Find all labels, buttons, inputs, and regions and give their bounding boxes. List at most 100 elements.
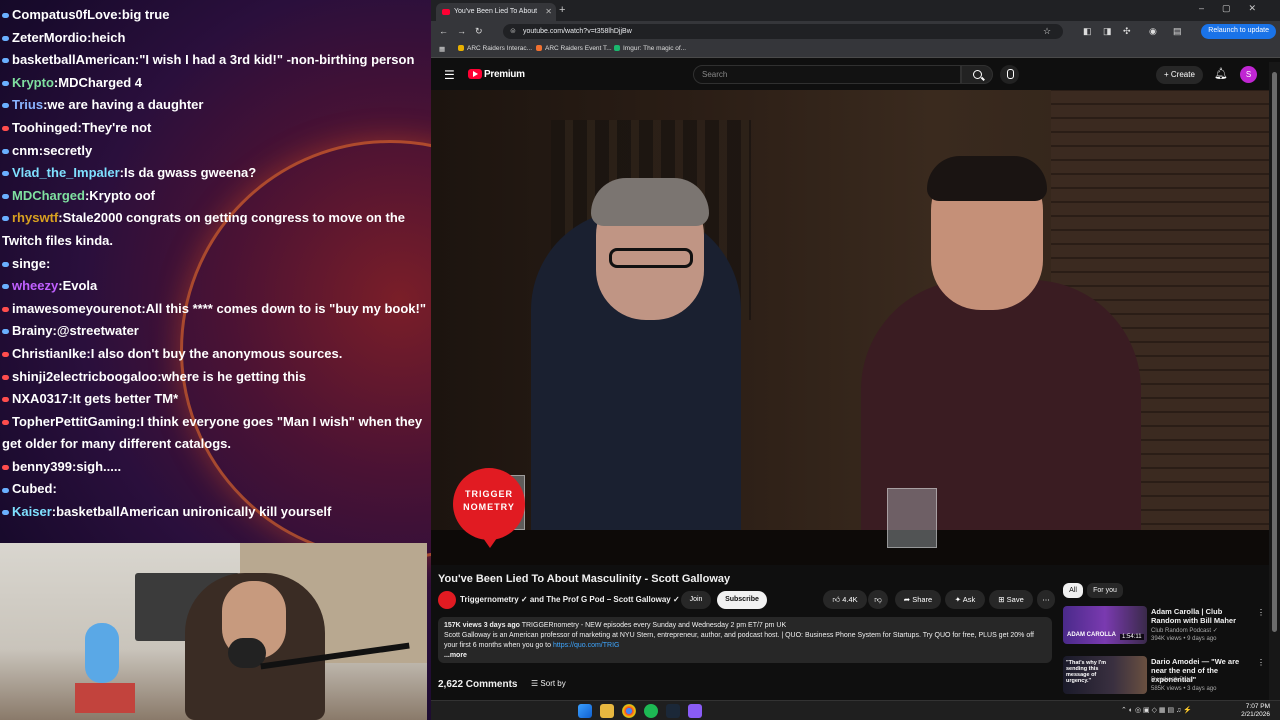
chat-message: Trius:we are having a daughter xyxy=(0,94,428,117)
new-tab-icon[interactable]: + xyxy=(559,4,565,16)
scrollbar-thumb[interactable] xyxy=(1272,72,1277,632)
notifications-bell-icon[interactable]: 🔔︎ xyxy=(1214,67,1228,80)
sponsor-link[interactable]: https://quo.com/TRIG xyxy=(553,642,620,649)
page-scrollbar[interactable] xyxy=(1269,62,1280,700)
chat-username: NXA0317 xyxy=(12,391,69,407)
chrome-icon[interactable] xyxy=(622,704,636,718)
chat-message: NXA0317:It gets better TM* xyxy=(0,388,428,411)
platform-badge-icon xyxy=(2,13,9,19)
back-icon[interactable]: ← xyxy=(439,26,448,36)
platform-badge-icon xyxy=(2,374,9,380)
chat-message: ChristianIke:I also don't buy the anonym… xyxy=(0,343,428,366)
reload-icon[interactable]: ↻ xyxy=(475,26,483,37)
windows-start-icon[interactable] xyxy=(578,704,592,718)
more-options-icon[interactable]: ⋮ xyxy=(1257,608,1265,617)
tab-youtube[interactable]: You've Been Lied To About ✕ xyxy=(436,3,556,21)
recommendation-thumbnail[interactable]: "That's why I'm sending this message of … xyxy=(1063,656,1147,694)
sidebar-icon[interactable]: ▤ xyxy=(1173,26,1182,37)
chip-all[interactable]: All xyxy=(1063,583,1083,598)
tab-close-icon[interactable]: ✕ xyxy=(545,7,552,16)
chat-username: ChristianIke xyxy=(12,345,87,361)
recommendation-views: 394K views • 9 days ago xyxy=(1151,636,1217,642)
save-button[interactable]: ⊞ Save xyxy=(989,590,1033,609)
like-button[interactable]: 👍︎ 4.4K xyxy=(823,590,867,609)
dislike-button[interactable]: 👎︎ xyxy=(868,590,888,609)
platform-badge-icon xyxy=(2,487,9,493)
screen: Compatus0fLove:big true ZeterMordio:heich… xyxy=(0,0,1280,720)
sort-comments-button[interactable]: ☰ Sort by xyxy=(531,679,566,688)
chat-username: imawesomeyourenot xyxy=(12,300,142,316)
thumbs-up-icon: 👍︎ xyxy=(832,595,841,604)
chat-message: MDCharged:Krypto oof xyxy=(0,185,428,208)
chat-username: Trius xyxy=(12,97,44,113)
chat-text: It gets better TM* xyxy=(72,391,179,407)
description-line1: TRIGGERnometry - NEW episodes every Sund… xyxy=(521,622,787,629)
relaunch-button[interactable]: Relaunch to update xyxy=(1201,24,1276,39)
chat-text: I also don't buy the anonymous sources. xyxy=(90,345,343,361)
forward-icon[interactable]: → xyxy=(457,26,466,36)
bookmark-item[interactable]: ARC Raiders Event T... xyxy=(536,45,612,52)
extensions-puzzle-icon[interactable]: ✣ xyxy=(1123,26,1131,37)
chip-for-you[interactable]: For you xyxy=(1087,583,1123,598)
system-clock[interactable]: 7:07 PM 2/21/2026 xyxy=(1241,703,1270,719)
chat-message: benny399:sigh..... xyxy=(0,456,428,479)
recommendation-item[interactable]: ADAM CAROLLA 1:54:11 Adam Carolla | Club… xyxy=(1063,606,1265,644)
channel-name[interactable]: Triggernometry ✓ and The Prof G Pod – Sc… xyxy=(460,595,680,604)
water-glass xyxy=(887,488,937,548)
extension-icon[interactable]: ◧ xyxy=(1083,26,1092,37)
subscribe-button[interactable]: Subscribe xyxy=(717,591,767,609)
more-options-icon[interactable]: ⋮ xyxy=(1257,658,1265,667)
voice-search-icon[interactable] xyxy=(1000,65,1019,84)
join-button[interactable]: Join xyxy=(681,591,711,609)
site-info-icon[interactable]: ⊜ xyxy=(510,27,516,35)
ask-button[interactable]: ✦ Ask xyxy=(945,590,985,609)
chat-text: basketballAmerican unironically kill you… xyxy=(56,504,332,520)
youtube-premium-logo[interactable]: Premium xyxy=(484,69,525,80)
extension-icon[interactable]: ◨ xyxy=(1103,26,1112,37)
account-avatar[interactable]: S xyxy=(1240,66,1257,83)
spotify-icon[interactable] xyxy=(644,704,658,718)
recommendation-item[interactable]: "That's why I'm sending this message of … xyxy=(1063,656,1265,694)
create-button[interactable]: + Create xyxy=(1156,66,1203,84)
menu-icon[interactable]: ☰ xyxy=(444,68,455,82)
app-icon[interactable] xyxy=(688,704,702,718)
channel-avatar[interactable] xyxy=(438,591,456,609)
guest-left-hair xyxy=(591,178,709,226)
platform-badge-icon xyxy=(2,419,9,425)
more-actions-button[interactable]: ⋯ xyxy=(1037,590,1055,609)
profile-icon[interactable]: ◉ xyxy=(1149,26,1157,37)
platform-badge-icon xyxy=(2,510,9,516)
recommendation-channel[interactable]: Club Random Podcast ✓ xyxy=(1151,627,1218,634)
tab-bar: You've Been Lied To About ✕ + –▢✕ xyxy=(431,0,1280,21)
chat-message: Toohinged:They're not xyxy=(0,117,428,140)
file-explorer-icon[interactable] xyxy=(600,704,614,718)
bookmark-item[interactable]: ARC Raiders Interac... xyxy=(458,45,532,52)
recommendation-channel[interactable]: Dwarkesh Patel xyxy=(1151,677,1193,683)
recommendation-title[interactable]: Adam Carolla | Club Random with Bill Mah… xyxy=(1151,607,1251,625)
chat-username: ZeterMordio xyxy=(12,29,88,45)
steam-icon[interactable] xyxy=(666,704,680,718)
share-button[interactable]: ➦ Share xyxy=(895,590,941,609)
triggernometry-logo: TRIGGER NOMETRY xyxy=(453,468,525,548)
search-icon[interactable] xyxy=(961,65,993,84)
bookmark-star-icon[interactable]: ☆ xyxy=(1043,26,1051,37)
chat-text: Stale2000 congrats on getting congress t… xyxy=(2,210,405,248)
tray-icons[interactable]: ⌃ ◐ ◎ ▣ ◇ ▦ ▤ ♫ ⚡ xyxy=(1121,706,1192,714)
video-duration: 1:54:11 xyxy=(1120,634,1144,640)
apps-grid-icon[interactable]: ▦ xyxy=(439,45,445,53)
chat-username: cnm xyxy=(12,142,39,158)
youtube-logo-icon[interactable] xyxy=(468,69,482,79)
clock-date: 2/21/2026 xyxy=(1241,711,1270,718)
chat-message: Vlad_the_Impaler:Is da gwass gweena? xyxy=(0,162,428,185)
chat-text: we are having a daughter xyxy=(47,97,204,113)
video-player[interactable]: TRIGGER NOMETRY xyxy=(431,90,1269,565)
chat-message: imawesomeyourenot:All this **** comes do… xyxy=(0,298,428,321)
window-controls[interactable]: –▢✕ xyxy=(1199,3,1274,14)
chat-username: shinji2electricboogaloo xyxy=(12,368,158,384)
show-more-link[interactable]: ...more xyxy=(444,652,467,659)
address-bar[interactable]: ⊜ youtube.com/watch?v=t358lhDjjBw xyxy=(503,24,1063,39)
chat-text: Is da gwass gweena? xyxy=(124,165,257,181)
bookmark-item[interactable]: Imgur: The magic of... xyxy=(614,45,686,52)
description-box[interactable]: 157K views 3 days ago TRIGGERnometry - N… xyxy=(438,617,1052,663)
search-input[interactable]: Search xyxy=(693,65,961,84)
